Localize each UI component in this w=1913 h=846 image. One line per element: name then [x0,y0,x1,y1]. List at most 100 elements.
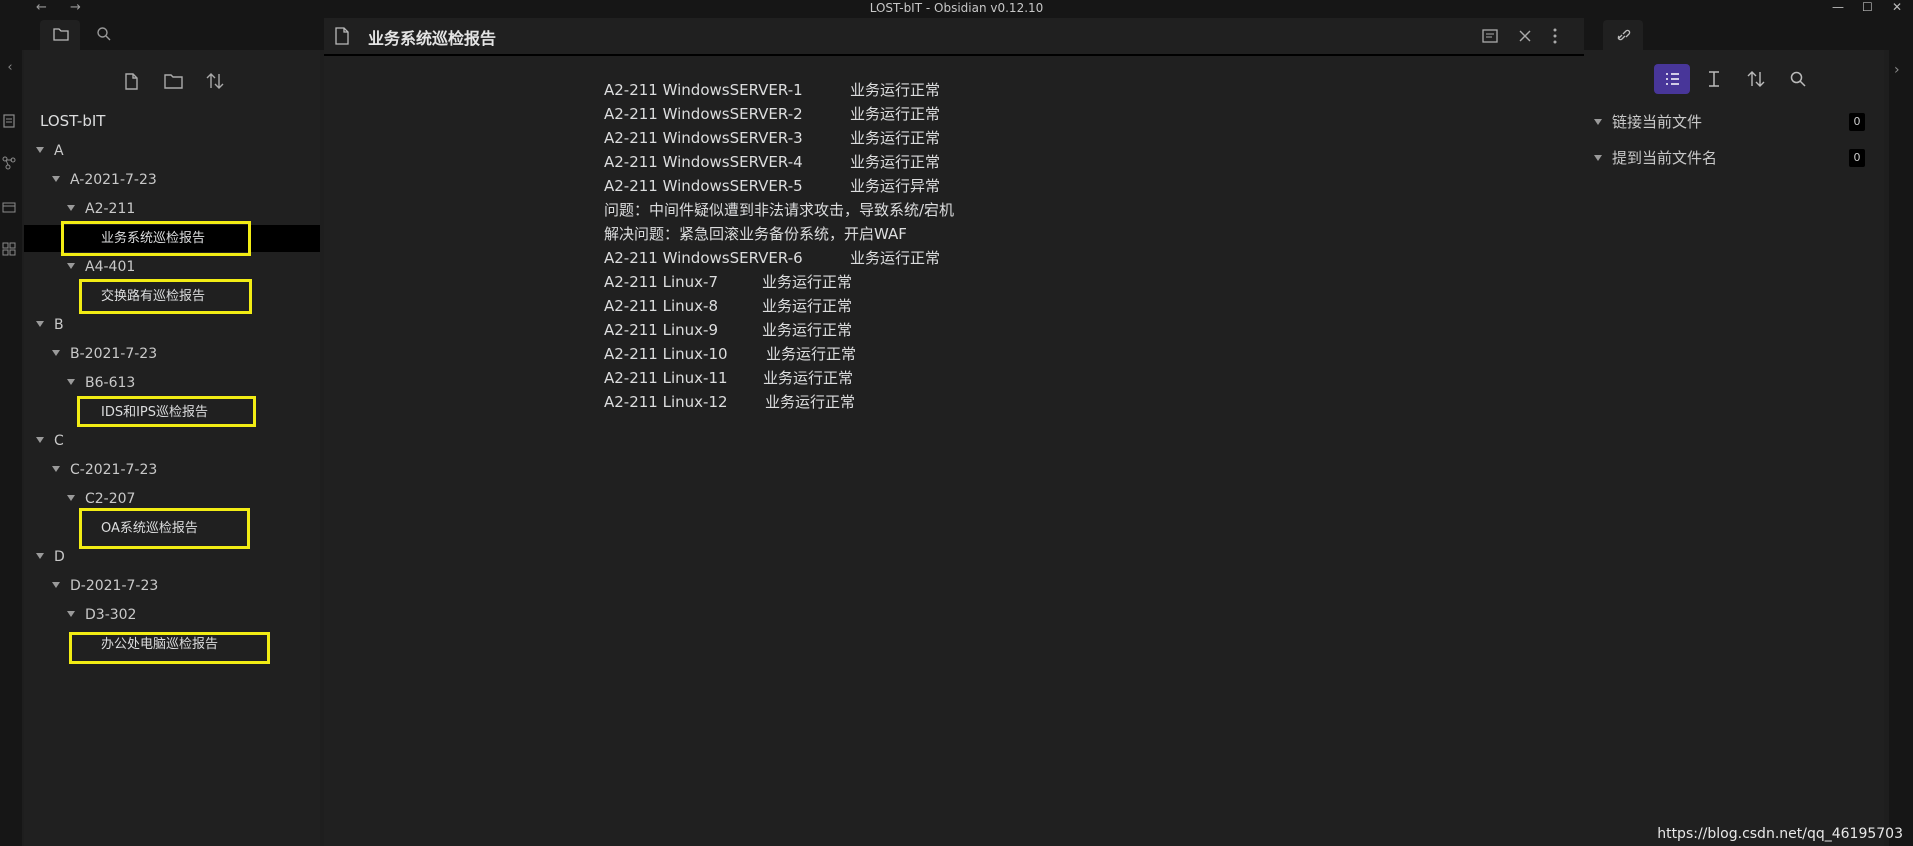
close-pane-icon[interactable] [1514,25,1536,47]
show-more-context-icon[interactable] [1696,64,1732,94]
collapse-results-icon[interactable] [1654,64,1690,94]
open-quick-switcher-icon[interactable] [2,114,18,130]
content-line: 解决问题：紧急回滚业务备份系统，开启WAF [604,225,907,243]
open-today-icon[interactable] [2,200,18,216]
collapse-triangle-icon [1594,154,1602,161]
note-content: A2-211 WindowsSERVER-1 业务运行正常 A2-211 Wind… [604,78,954,414]
linked-mentions-label: 链接当前文件 [1612,113,1703,131]
content-line: A2-211 WindowsSERVER-3 业务运行正常 [604,129,941,147]
collapse-triangle-icon [67,495,75,501]
folder-label: D3-302 [85,607,137,623]
unlinked-count-badge: 0 [1849,149,1865,167]
folder-c-2021-7-23[interactable]: C-2021-7-23 [52,458,157,482]
vault-name: LOST-bIT [40,112,106,130]
backlinks-tab[interactable] [1603,20,1643,50]
toggle-preview-icon[interactable] [1479,25,1501,47]
folder-label: C [54,433,64,449]
linked-count-badge: 0 [1849,113,1865,131]
collapse-triangle-icon [52,350,60,356]
right-ribbon: › [1889,18,1913,846]
content-line: A2-211 Linux-7 业务运行正常 [604,273,853,291]
collapse-triangle-icon [36,321,44,327]
content-line: A2-211 WindowsSERVER-5 业务运行异常 [604,177,941,195]
sort-icon[interactable] [1738,64,1774,94]
folder-d3-302[interactable]: D3-302 [67,603,136,627]
command-palette-icon[interactable] [2,242,18,258]
content-line: A2-211 WindowsSERVER-6 业务运行正常 [604,249,941,267]
collapse-triangle-icon [67,263,75,269]
file-explorer-panel: LOST-bIT A A-2021-7-23 A2-211 业务系统巡检报告 A… [24,50,320,846]
folder-a2-211[interactable]: A2-211 [67,197,135,221]
close-window-button[interactable]: ✕ [1892,0,1902,14]
new-folder-icon[interactable] [158,66,188,96]
folder-label: B-2021-7-23 [70,346,158,362]
file-explorer-tab[interactable] [40,20,80,50]
unlinked-mentions-label: 提到当前文件名 [1612,149,1718,167]
content-line: A2-211 Linux-11 业务运行正常 [604,369,854,387]
unlinked-mentions-row[interactable]: 提到当前文件名 0 [1594,146,1879,170]
folder-d[interactable]: D [36,545,65,569]
folder-label: B [54,317,64,333]
folder-label: A4-401 [85,259,136,275]
more-options-icon[interactable] [1544,25,1566,47]
content-line: A2-211 WindowsSERVER-2 业务运行正常 [604,105,941,123]
folder-label: A [54,143,64,159]
folder-b-2021-7-23[interactable]: B-2021-7-23 [52,342,157,366]
collapse-triangle-icon [67,611,75,617]
minimize-button[interactable]: — [1832,0,1844,14]
folder-d-2021-7-23[interactable]: D-2021-7-23 [52,574,158,598]
content-line: 问题：中间件疑似遭到非法请求攻击，导致系统/宕机 [604,201,955,219]
link-icon [1615,27,1633,43]
folder-label: B6-613 [85,375,136,391]
title-bar: ← → LOST-bIT - Obsidian v0.12.10 — ☐ ✕ [0,0,1913,18]
file-explorer-actions [24,66,320,96]
folder-a[interactable]: A [36,139,64,163]
highlight-box [61,221,251,256]
collapse-triangle-icon [52,176,60,182]
folder-label: A2-211 [85,201,136,217]
maximize-button[interactable]: ☐ [1862,0,1873,14]
search-icon[interactable] [1780,64,1816,94]
collapse-triangle-icon [67,205,75,211]
folder-icon [53,27,69,41]
collapse-triangle-icon [1594,118,1602,125]
highlight-box [77,396,256,427]
collapse-triangle-icon [36,437,44,443]
search-tab-icon[interactable] [96,26,112,42]
linked-mentions-row[interactable]: 链接当前文件 0 [1594,110,1879,134]
new-note-icon[interactable] [116,66,146,96]
backlinks-panel: 链接当前文件 0 提到当前文件名 0 [1584,50,1884,846]
editor-header: 业务系统巡检报告 [324,18,1584,56]
folder-label: D [54,549,65,565]
folder-label: C2-207 [85,491,136,507]
folder-b6-613[interactable]: B6-613 [67,371,135,395]
collapse-triangle-icon [36,553,44,559]
folder-a4-401[interactable]: A4-401 [67,255,135,279]
content-line: A2-211 Linux-8 业务运行正常 [604,297,853,315]
highlight-box [69,632,270,664]
sort-icon[interactable] [200,66,230,96]
content-line: A2-211 WindowsSERVER-4 业务运行正常 [604,153,941,171]
collapse-left-icon[interactable]: ‹ [2,60,18,76]
collapse-triangle-icon [67,379,75,385]
collapse-triangle-icon [36,147,44,153]
folder-label: D-2021-7-23 [70,578,159,594]
window-title: LOST-bIT - Obsidian v0.12.10 [869,1,1044,15]
content-line: A2-211 WindowsSERVER-1 业务运行正常 [604,81,941,99]
file-icon [335,27,349,45]
collapse-right-icon[interactable]: › [1894,62,1900,78]
graph-view-icon[interactable] [2,156,18,172]
folder-c[interactable]: C [36,429,64,453]
highlight-box [79,508,250,549]
left-ribbon: ‹ [0,18,22,846]
highlight-box [79,279,252,314]
collapse-triangle-icon [52,582,60,588]
folder-a-2021-7-23[interactable]: A-2021-7-23 [52,168,157,192]
content-line: A2-211 Linux-10 业务运行正常 [604,345,857,363]
folder-label: C-2021-7-23 [70,462,158,478]
folder-label: A-2021-7-23 [70,172,157,188]
folder-b[interactable]: B [36,313,64,337]
watermark: https://blog.csdn.net/qq_46195703 [1657,826,1903,842]
content-line: A2-211 Linux-9 业务运行正常 [604,321,853,339]
content-line: A2-211 Linux-12 业务运行正常 [604,393,856,411]
